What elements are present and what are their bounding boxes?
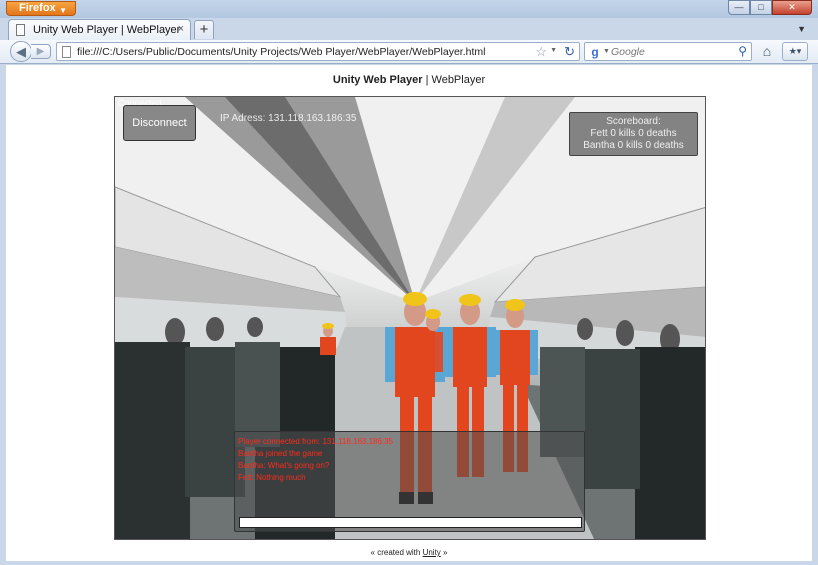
window-titlebar: Firefox ▼ — □ ✕: [0, 0, 818, 18]
chat-line: Player connected from: 131.118.163.186:3…: [238, 437, 394, 446]
window-controls: — □ ✕: [728, 0, 812, 16]
disconnect-button[interactable]: Disconnect: [123, 105, 196, 141]
reload-icon[interactable]: ↻: [564, 44, 575, 60]
chat-panel: Player connected from: 131.118.163.186:3…: [234, 431, 585, 532]
seat: [635, 347, 705, 539]
tab-unity-webplayer[interactable]: Unity Web Player | WebPlayer ×: [8, 19, 191, 40]
close-window-button[interactable]: ✕: [772, 0, 812, 15]
search-bar: g ▼ ⚲: [584, 42, 752, 61]
new-tab-button[interactable]: +: [194, 20, 214, 39]
forward-button[interactable]: ▶: [31, 44, 51, 59]
engine-dropdown-icon[interactable]: ▼: [603, 48, 610, 55]
chat-line: Fett: Nothing much: [238, 473, 306, 482]
page-icon: [16, 24, 25, 36]
scoreboard-row: Bantha 0 kills 0 deaths: [583, 140, 684, 151]
url-text: file:///C:/Users/Public/Documents/Unity …: [77, 46, 486, 58]
chat-line: Bantha: What's going on?: [238, 461, 330, 470]
chat-line: Bantha joined the game: [238, 449, 323, 458]
minimize-button[interactable]: —: [728, 0, 750, 15]
search-icon[interactable]: ⚲: [738, 44, 747, 58]
window: [165, 318, 185, 346]
page-title-bold: Unity Web Player: [332, 74, 423, 86]
page-title-rest: | WebPlayer: [422, 74, 486, 86]
footer-prefix: « created with: [370, 548, 423, 557]
chat-input[interactable]: [239, 517, 582, 528]
footer-suffix: »: [440, 548, 448, 557]
maximize-button[interactable]: □: [750, 0, 772, 15]
ip-address-label: IP Adress: 131.118.163.186:35: [220, 113, 357, 124]
unity-game-view[interactable]: Connected Disconnect IP Adress: 131.118.…: [114, 96, 706, 540]
page-footer: « created with Unity »: [6, 548, 812, 557]
tab-title: Unity Web Player | WebPlayer: [33, 24, 181, 36]
url-bar[interactable]: file:///C:/Users/Public/Documents/Unity …: [56, 42, 580, 61]
back-button[interactable]: ◀: [10, 41, 32, 62]
unity-link[interactable]: Unity: [423, 548, 441, 557]
firefox-menu-button[interactable]: Firefox ▼: [6, 1, 76, 16]
firefox-menu-label: Firefox: [19, 2, 56, 14]
back-forward-group: ◀ ▶: [10, 41, 51, 62]
search-input[interactable]: [611, 45, 721, 59]
scoreboard-row: Fett 0 kills 0 deaths: [590, 128, 677, 139]
list-all-tabs-icon[interactable]: ▼: [797, 24, 806, 34]
scoreboard-title: Scoreboard:: [606, 116, 661, 127]
seat: [115, 342, 190, 539]
bookmarks-menu-button[interactable]: ★▾: [782, 42, 808, 61]
chat-log: Player connected from: 131.118.163.186:3…: [238, 436, 393, 484]
google-engine-icon[interactable]: g: [588, 45, 602, 59]
url-dropdown-icon[interactable]: ▼: [550, 47, 557, 54]
scoreboard-panel: Scoreboard: Fett 0 kills 0 deaths Bantha…: [569, 112, 698, 156]
close-tab-icon[interactable]: ×: [178, 23, 184, 35]
home-icon[interactable]: ⌂: [756, 42, 778, 61]
bookmark-star-icon[interactable]: ☆: [535, 44, 547, 60]
dropdown-arrow-icon: ▼: [59, 6, 67, 15]
page-content: Unity Web Player | WebPlayer Connected D…: [6, 65, 812, 561]
page-icon: [62, 46, 71, 58]
tab-bar: Unity Web Player | WebPlayer × + ▼: [0, 18, 818, 40]
page-title: Unity Web Player | WebPlayer: [6, 74, 812, 86]
navigation-toolbar: ◀ ▶ file:///C:/Users/Public/Documents/Un…: [0, 40, 818, 64]
